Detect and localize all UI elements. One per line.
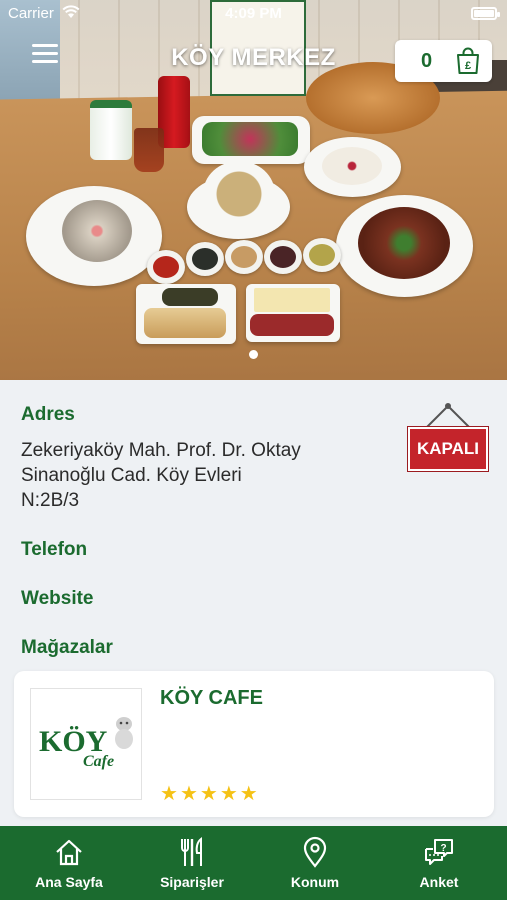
star-icon: ★ [239, 783, 260, 805]
home-icon [56, 839, 82, 866]
closed-label: KAPALI [408, 427, 488, 471]
tab-location-label: Konum [290, 874, 340, 890]
tab-location[interactable]: Konum [252, 826, 378, 900]
tea-glass-photo [134, 128, 164, 172]
battery-icon [471, 7, 500, 20]
cart-button[interactable]: 0 £ [395, 40, 492, 82]
meat-plate-photo [336, 195, 473, 297]
star-icon: ★ [199, 783, 220, 805]
small-bowl-photo [225, 240, 263, 274]
rice-plate-photo [26, 186, 162, 286]
svg-text:£: £ [465, 60, 471, 72]
cutlery-icon [181, 836, 202, 866]
location-pin-icon [303, 836, 327, 868]
tab-home[interactable]: Ana Sayfa [6, 826, 132, 900]
address-line: N:2B/3 [21, 490, 80, 511]
salad-plate-photo [192, 116, 310, 164]
star-icon: ★ [219, 783, 240, 805]
tab-survey[interactable]: ? Anket [376, 826, 502, 900]
cheese-plate-photo [246, 284, 340, 342]
tab-orders-label: Siparişler [160, 874, 224, 890]
store-logo: KÖY Cafe [30, 688, 142, 800]
tab-survey-label: Anket [419, 874, 459, 890]
ayran-cup-photo [90, 100, 132, 160]
status-bar: Carrier 4:09 PM [0, 0, 507, 28]
store-mascot-icon [115, 717, 133, 749]
address-line: Zekeriyaköy Mah. Prof. Dr. Oktay [21, 440, 301, 461]
tab-bar: Ana Sayfa Siparişler Konum ? Anket [0, 826, 507, 900]
address-label: Adres [21, 404, 75, 425]
stores-label: Mağazalar [21, 637, 113, 658]
carousel-page-dot[interactable] [249, 350, 258, 359]
store-rating: ★★★★★ [160, 781, 260, 806]
store-card[interactable]: KÖY Cafe KÖY CAFE ★★★★★ [14, 671, 494, 817]
tab-orders[interactable]: Siparişler [129, 826, 255, 900]
small-bowl-photo [147, 250, 185, 284]
website-label[interactable]: Website [21, 588, 94, 610]
pastry-plate-photo [136, 284, 236, 344]
shopping-bag-icon: £ [457, 47, 479, 74]
survey-chat-icon: ? [425, 839, 453, 865]
cart-count: 0 [421, 50, 433, 72]
address-text: Zekeriyaköy Mah. Prof. Dr. Oktay Sinanoğ… [21, 438, 361, 513]
small-bowl-photo [264, 240, 302, 274]
tab-home-label: Ana Sayfa [35, 874, 103, 890]
phone-label[interactable]: Telefon [21, 539, 87, 561]
small-bowl-photo [186, 242, 224, 276]
svg-text:?: ? [440, 843, 446, 854]
soup-plate-photo [187, 161, 290, 239]
clock: 4:09 PM [225, 5, 282, 22]
sign-hanger-icon [425, 403, 471, 429]
closed-sign: KAPALI [408, 402, 488, 472]
address-line: Sinanoğlu Cad. Köy Evleri [21, 465, 242, 486]
star-icon: ★ [160, 783, 180, 805]
store-name: KÖY CAFE [160, 687, 263, 709]
star-icon: ★ [179, 783, 200, 805]
store-logo-sub: Cafe [83, 753, 115, 770]
small-bowl-photo [303, 238, 341, 272]
dessert-plate-photo [304, 137, 401, 197]
